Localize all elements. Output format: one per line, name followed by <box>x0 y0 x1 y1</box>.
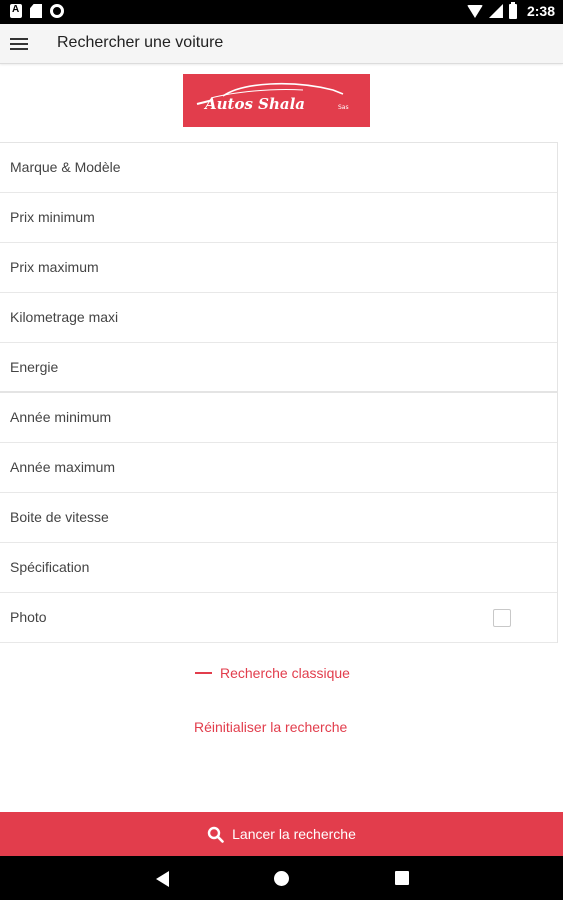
recent-apps-icon[interactable] <box>395 871 409 885</box>
field-label: Energie <box>10 359 59 375</box>
field-label: Prix maximum <box>10 259 99 275</box>
search-form: Marque & Modèle Prix minimum Prix maximu… <box>0 142 558 643</box>
signal-icon <box>488 4 503 18</box>
field-label: Marque & Modèle <box>10 159 121 175</box>
photo-checkbox[interactable] <box>493 609 511 627</box>
minus-icon <box>195 672 212 674</box>
toolbar: Rechercher une voiture <box>0 24 563 64</box>
field-boite-de-vitesse[interactable]: Boite de vitesse <box>0 493 557 543</box>
field-annee-minimum[interactable]: Année minimum <box>0 393 557 443</box>
field-annee-maximum[interactable]: Année maximum <box>0 443 557 493</box>
system-nav-bar <box>0 856 563 900</box>
classic-search-label: Recherche classique <box>220 665 350 681</box>
field-prix-maximum[interactable]: Prix maximum <box>0 243 557 293</box>
field-marque-modele[interactable]: Marque & Modèle <box>0 143 557 193</box>
launch-search-label: Lancer la recherche <box>232 826 356 842</box>
classic-search-link[interactable]: Recherche classique <box>195 665 350 681</box>
field-label: Kilometrage maxi <box>10 309 119 325</box>
field-kilometrage-maxi[interactable]: Kilometrage maxi <box>0 293 557 343</box>
autos-shala-logo: Autos Shala Sas <box>183 74 370 127</box>
a-app-icon <box>10 4 22 18</box>
logo-suffix: Sas <box>338 104 349 111</box>
launch-search-button[interactable]: Lancer la recherche <box>0 812 563 856</box>
field-label: Année minimum <box>10 409 112 425</box>
sd-card-icon <box>30 4 42 18</box>
logo-text: Autos Shala <box>203 95 305 113</box>
field-energie[interactable]: Energie <box>0 343 557 393</box>
home-icon[interactable] <box>274 871 289 886</box>
field-prix-minimum[interactable]: Prix minimum <box>0 193 557 243</box>
status-bar: 2:38 <box>0 0 563 24</box>
search-icon <box>207 826 224 843</box>
field-label: Spécification <box>10 559 90 575</box>
field-specification[interactable]: Spécification <box>0 543 557 593</box>
circle-icon <box>50 4 64 18</box>
hamburger-menu-icon[interactable] <box>8 33 30 55</box>
page-title: Rechercher une voiture <box>57 34 224 51</box>
battery-icon <box>508 1 517 19</box>
field-label: Prix minimum <box>10 209 95 225</box>
field-photo[interactable]: Photo <box>0 593 557 643</box>
field-label: Année maximum <box>10 459 116 475</box>
field-label: Photo <box>10 609 47 625</box>
status-time: 2:38 <box>526 3 555 19</box>
field-label: Boite de vitesse <box>10 509 109 525</box>
back-icon[interactable] <box>156 871 169 887</box>
wifi-icon <box>466 4 483 18</box>
reset-search-link[interactable]: Réinitialiser la recherche <box>194 719 347 735</box>
